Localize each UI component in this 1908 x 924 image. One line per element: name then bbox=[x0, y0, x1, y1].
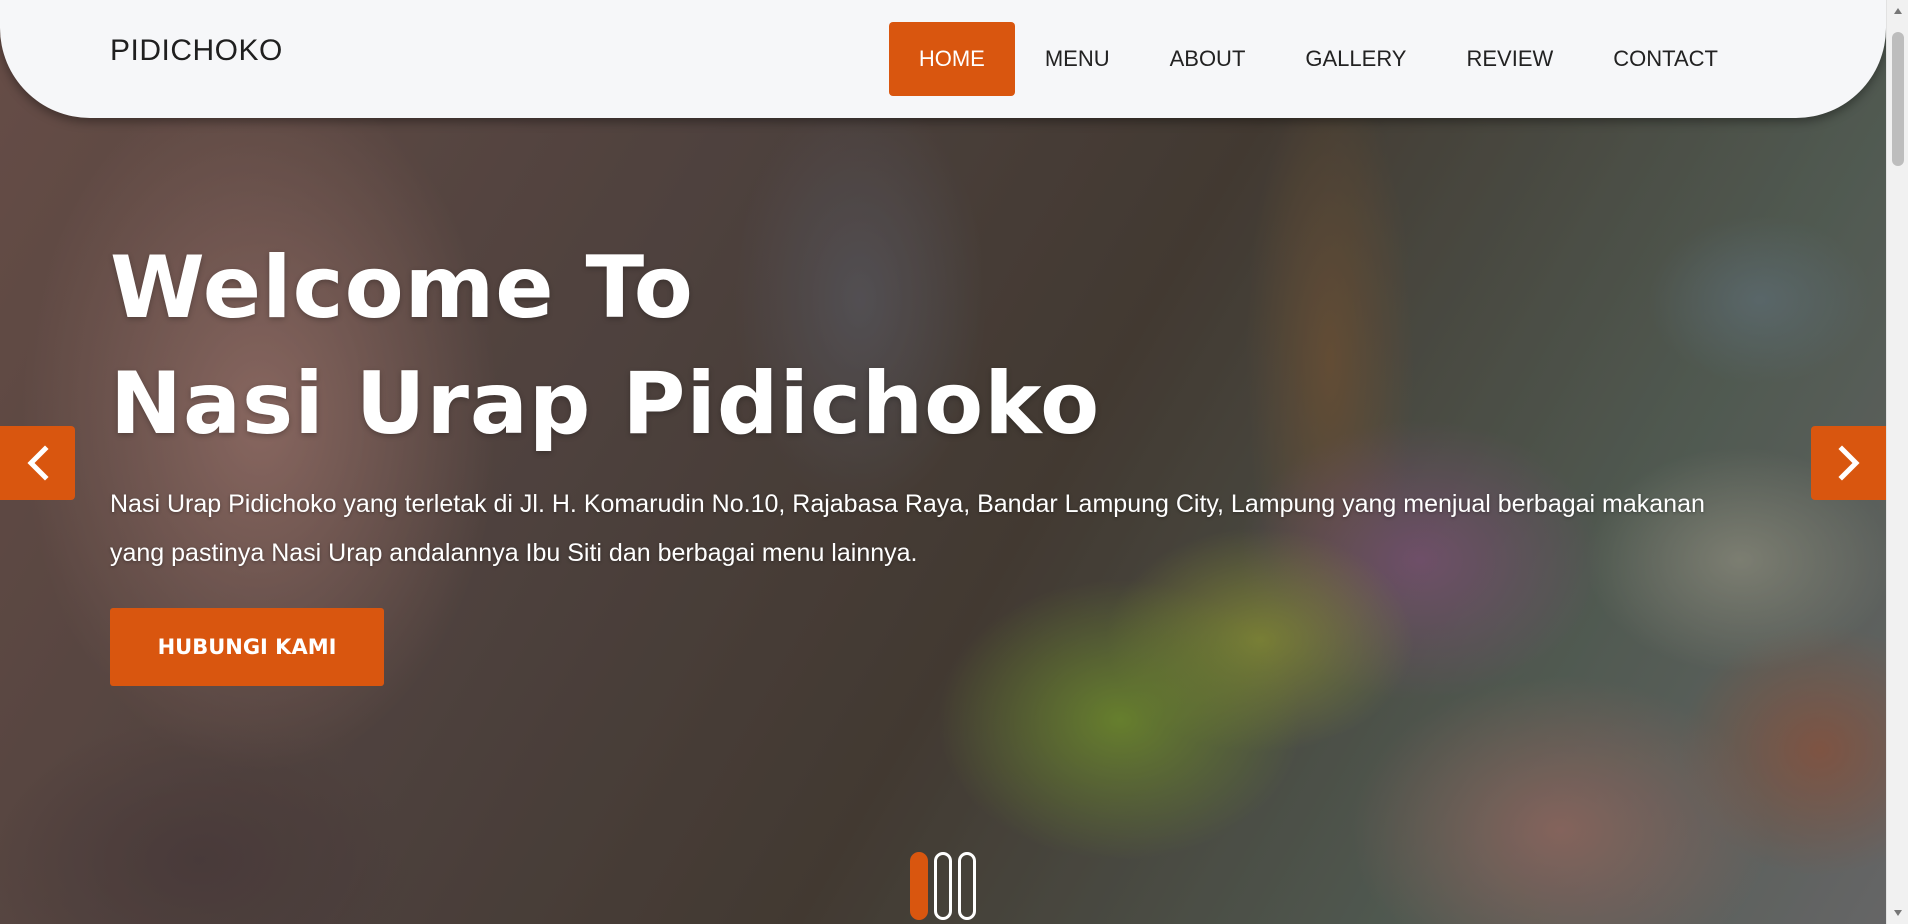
carousel-indicator-2[interactable] bbox=[934, 852, 952, 920]
chevron-right-icon bbox=[1837, 445, 1860, 481]
nav-home[interactable]: HOME bbox=[888, 22, 1015, 96]
hero-title-line1: Welcome To bbox=[110, 238, 694, 338]
chevron-left-icon bbox=[26, 445, 49, 481]
hero-title-line2: Nasi Urap Pidichoko bbox=[110, 354, 1101, 454]
main-nav: HOME MENU ABOUT GALLERY REVIEW CONTACT bbox=[888, 22, 1748, 96]
brand-logo[interactable]: PIDICHOKO bbox=[110, 34, 283, 68]
nav-review[interactable]: REVIEW bbox=[1437, 22, 1584, 96]
carousel-indicator-3[interactable] bbox=[958, 852, 976, 920]
hero-description: Nasi Urap Pidichoko yang terletak di Jl.… bbox=[110, 490, 1705, 567]
scroll-down-arrow-icon[interactable] bbox=[1887, 902, 1908, 924]
nav-gallery[interactable]: GALLERY bbox=[1275, 22, 1436, 96]
hero-content: Welcome To Nasi Urap Pidichoko Nasi Urap… bbox=[110, 230, 1760, 686]
scrollbar-thumb[interactable] bbox=[1892, 32, 1904, 166]
contact-us-button[interactable]: HUBUNGI KAMI bbox=[110, 608, 384, 686]
nav-about[interactable]: ABOUT bbox=[1140, 22, 1276, 96]
scroll-up-arrow-icon[interactable] bbox=[1887, 0, 1908, 22]
nav-contact[interactable]: CONTACT bbox=[1583, 22, 1748, 96]
hero-title: Welcome To Nasi Urap Pidichoko bbox=[110, 230, 1760, 462]
page-scrollbar[interactable] bbox=[1886, 0, 1908, 924]
navbar: PIDICHOKO HOME MENU ABOUT GALLERY REVIEW… bbox=[0, 0, 1886, 118]
carousel-prev-button[interactable] bbox=[0, 426, 75, 500]
carousel-indicator-1[interactable] bbox=[910, 852, 928, 920]
carousel-indicators bbox=[910, 852, 976, 920]
nav-menu[interactable]: MENU bbox=[1015, 22, 1140, 96]
carousel-next-button[interactable] bbox=[1811, 426, 1886, 500]
